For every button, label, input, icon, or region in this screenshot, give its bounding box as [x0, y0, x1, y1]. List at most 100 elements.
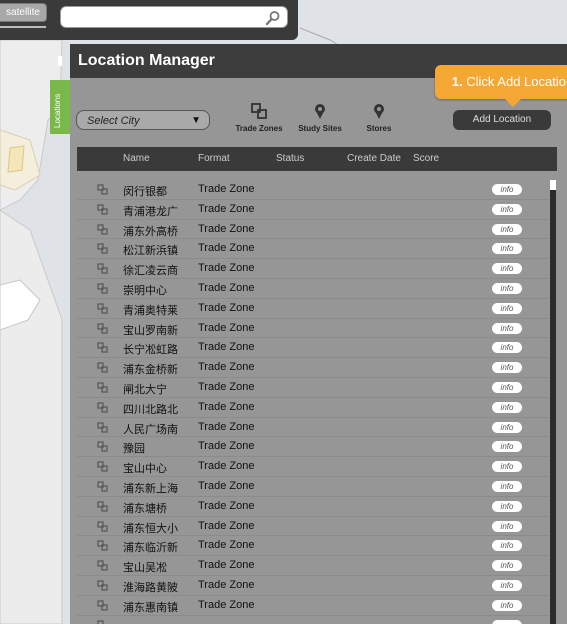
row-name: 人民广场南 [123, 422, 178, 436]
column-score[interactable]: Score [413, 153, 439, 164]
table-row[interactable]: 徐汇凌云商 Trade Zone info [77, 259, 549, 279]
locations-list[interactable]: 闵行银都 Trade Zone info 青浦港龙广 Trade Zone info 浦东外… [77, 180, 549, 624]
table-row[interactable]: 宝山吴凇 Trade Zone info [77, 556, 549, 576]
info-button[interactable]: info [492, 263, 522, 275]
panel-grip-handle[interactable] [58, 56, 62, 66]
trade-zone-icon [97, 619, 108, 624]
table-row[interactable]: 浦东恒大小 Trade Zone info [77, 517, 549, 537]
row-format: Trade Zone [198, 183, 255, 195]
table-row[interactable]: 人民广场南 Trade Zone info [77, 418, 549, 438]
info-button[interactable]: info [492, 322, 522, 334]
trade-zone-icon [97, 461, 108, 472]
trade-zone-icon [97, 184, 108, 195]
row-name: 豫园 [123, 442, 145, 456]
row-format: Trade Zone [198, 598, 255, 611]
table-row[interactable]: 长宁凇虹路 Trade Zone info [77, 338, 549, 359]
trade-zone-icon [97, 303, 108, 314]
info-button[interactable]: info [492, 599, 522, 611]
search-input[interactable] [60, 6, 288, 28]
study-sites-button[interactable]: Study Sites [296, 102, 344, 133]
column-create-date[interactable]: Create Date [347, 153, 401, 164]
column-status[interactable]: Status [276, 153, 304, 164]
info-button[interactable]: info [492, 461, 522, 473]
info-button[interactable]: info [492, 223, 522, 235]
row-name: 闸北大宁 [123, 382, 167, 396]
row-format: Trade Zone [198, 222, 255, 235]
row-name: 闵行银都 [123, 185, 167, 198]
table-row[interactable]: 青浦奥特莱 Trade Zone info [77, 299, 549, 319]
table-row[interactable]: 浦东新上海 Trade Zone info [77, 477, 549, 497]
row-name: 淮海路黄陂 [123, 580, 178, 594]
column-name[interactable]: Name [123, 153, 150, 164]
info-button[interactable]: info [492, 441, 522, 453]
table-row[interactable]: 浦东塘桥 Trade Zone info [77, 497, 549, 517]
table-row[interactable]: 淮海路黄陂 Trade Zone info [77, 576, 549, 596]
trade-zone-icon [97, 382, 108, 393]
info-button[interactable]: info [492, 579, 522, 591]
select-city-dropdown[interactable]: Select City ▼ [76, 110, 210, 130]
dropdown-arrow-icon: ▼ [191, 115, 201, 126]
list-scrollbar[interactable] [550, 180, 556, 624]
info-button[interactable]: info [492, 184, 522, 195]
table-row[interactable]: 浦东外高桥 Trade Zone info [77, 220, 549, 240]
scrollbar-thumb[interactable] [550, 180, 556, 190]
trade-zones-button[interactable]: Trade Zones [233, 102, 285, 133]
info-button[interactable]: info [492, 480, 522, 492]
trade-zone-icon [97, 520, 108, 532]
table-row[interactable]: 豫园 Trade Zone info [77, 437, 549, 458]
trade-zone-icon [97, 342, 108, 353]
row-name: 四川北路北 [123, 402, 178, 416]
row-format: Trade Zone [198, 440, 255, 453]
table-row[interactable]: 松江新浜镇 Trade Zone info [77, 239, 549, 260]
table-row[interactable]: 闵行银都 Trade Zone info [77, 180, 549, 200]
info-button[interactable]: info [492, 203, 522, 215]
table-row[interactable]: 四川北路北 Trade Zone info [77, 398, 549, 418]
row-name: 长宁凇虹路 [123, 343, 178, 357]
info-button[interactable]: info [492, 560, 522, 572]
table-row[interactable]: 闸北大宁 Trade Zone info [77, 378, 549, 398]
row-name: 青浦港龙广 [123, 204, 178, 218]
info-button[interactable]: info [492, 282, 522, 294]
row-format: Trade Zone [198, 400, 255, 413]
row-name: 宝山吴凇 [123, 561, 167, 575]
trade-zone-icon [97, 243, 108, 254]
trade-zones-label: Trade Zones [235, 124, 283, 133]
info-button[interactable]: info [492, 401, 522, 413]
trade-zones-icon [251, 103, 267, 119]
tooltip-text: Click Add Location [466, 74, 567, 89]
table-row[interactable]: 宝山中心 Trade Zone info [77, 457, 549, 477]
info-button[interactable]: info [492, 362, 522, 374]
locations-side-tab[interactable]: Locations [50, 80, 70, 134]
trade-zone-icon [97, 322, 108, 334]
table-row[interactable]: 浦东金桥新 Trade Zone info [77, 358, 549, 378]
row-format: Trade Zone [198, 539, 255, 552]
table-row[interactable]: 浦东临沂新 Trade Zone info [77, 536, 549, 557]
trade-zone-icon [97, 481, 108, 492]
table-row[interactable]: 浦东惠南镇 Trade Zone info [77, 596, 549, 616]
info-button[interactable]: info [492, 381, 522, 393]
satellite-button[interactable]: satellite [0, 3, 47, 22]
select-city-label: Select City [87, 115, 140, 127]
info-button[interactable]: info [492, 520, 522, 532]
info-button[interactable]: info [492, 302, 522, 314]
row-name: 浦东塘桥 [123, 501, 167, 515]
stores-button[interactable]: Stores [360, 102, 398, 133]
info-button[interactable]: info [492, 500, 522, 512]
info-button[interactable]: info [492, 421, 522, 433]
page-title: Location Manager [78, 52, 215, 69]
info-button[interactable] [492, 619, 522, 624]
row-format: Trade Zone [198, 301, 255, 314]
info-button[interactable]: info [492, 243, 522, 255]
add-location-button[interactable]: Add Location [453, 110, 551, 130]
column-format[interactable]: Format [198, 153, 230, 164]
trade-zone-icon [97, 441, 108, 452]
table-row[interactable]: 宝山罗南新 Trade Zone info [77, 319, 549, 339]
table-header: Name Format Status Create Date Score [77, 147, 557, 171]
search-icon[interactable] [265, 10, 281, 26]
table-row[interactable] [77, 616, 549, 624]
info-button[interactable]: info [492, 342, 522, 354]
table-row[interactable]: 青浦港龙广 Trade Zone info [77, 200, 549, 220]
table-row[interactable]: 崇明中心 Trade Zone info [77, 279, 549, 299]
info-button[interactable]: info [492, 540, 522, 552]
trade-zone-icon [97, 501, 108, 512]
